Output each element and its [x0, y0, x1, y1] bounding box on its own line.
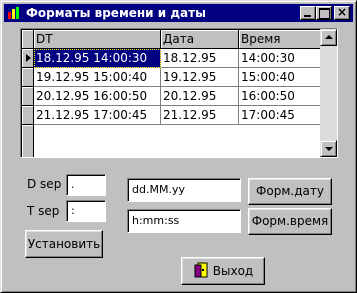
grid-corner	[22, 30, 34, 49]
row-indicator[interactable]	[22, 106, 34, 125]
table-cell-dt[interactable]: 18.12.95 14:00:30	[34, 49, 161, 68]
table-cell-date[interactable]: 21.12.95	[161, 106, 239, 125]
scroll-down-button[interactable]	[320, 140, 337, 157]
table-cell-date[interactable]: 20.12.95	[161, 87, 239, 106]
date-separator-input[interactable]: .	[66, 174, 106, 196]
format-time-button[interactable]: Форм.время	[248, 208, 332, 235]
table-cell-date[interactable]: 18.12.95	[161, 49, 239, 68]
row-indicator[interactable]	[22, 87, 34, 106]
time-format-input[interactable]: h:mm:ss	[127, 209, 241, 233]
table-cell-time[interactable]: 14:00:30	[239, 49, 321, 68]
main-window: Форматы времени и даты × DT Дата Время 1…	[0, 0, 357, 293]
vertical-scrollbar[interactable]	[320, 29, 337, 157]
exit-button[interactable]: Выход	[181, 257, 265, 285]
row-indicator[interactable]	[22, 68, 34, 87]
table-cell-dt[interactable]: 21.12.95 17:00:45	[34, 106, 161, 125]
row-indicator[interactable]	[22, 49, 34, 68]
grid-body: DT Дата Время 18.12.95 14:00:30 18.12.95…	[22, 30, 321, 157]
arrow-up-icon	[325, 35, 333, 39]
date-format-input[interactable]: dd.MM.yy	[127, 178, 241, 202]
app-icon	[7, 6, 21, 20]
close-button[interactable]: ×	[334, 5, 350, 20]
table-cell-time[interactable]: 17:00:45	[239, 106, 321, 125]
close-icon: ×	[336, 5, 348, 19]
time-separator-label: T sep	[27, 204, 60, 218]
current-row-arrow-icon	[26, 54, 31, 62]
column-header-time[interactable]: Время	[239, 30, 321, 49]
maximize-button[interactable]	[316, 6, 332, 20]
column-header-date[interactable]: Дата	[161, 30, 239, 49]
table-cell-dt[interactable]: 19.12.95 15:00:40	[34, 68, 161, 87]
set-button[interactable]: Установить	[25, 230, 103, 258]
table-cell-time[interactable]: 15:00:40	[239, 68, 321, 87]
minimize-button[interactable]	[300, 6, 316, 20]
format-date-button[interactable]: Форм.дату	[248, 178, 332, 205]
time-separator-input[interactable]: :	[66, 200, 106, 222]
datetime-grid[interactable]: DT Дата Время 18.12.95 14:00:30 18.12.95…	[20, 28, 338, 158]
column-header-dt[interactable]: DT	[34, 30, 161, 49]
table-cell-dt[interactable]: 20.12.95 16:00:50	[34, 87, 161, 106]
arrow-down-icon	[325, 147, 333, 151]
row-indicator-empty	[22, 125, 34, 157]
window-title: Форматы времени и даты	[26, 6, 206, 20]
date-separator-label: D sep	[27, 177, 62, 191]
title-bar[interactable]: Форматы времени и даты ×	[4, 4, 353, 22]
exit-door-icon	[194, 262, 208, 278]
table-cell-time[interactable]: 16:00:50	[239, 87, 321, 106]
exit-button-label: Выход	[212, 264, 254, 278]
table-cell-date[interactable]: 19.12.95	[161, 68, 239, 87]
scroll-up-button[interactable]	[320, 29, 337, 46]
